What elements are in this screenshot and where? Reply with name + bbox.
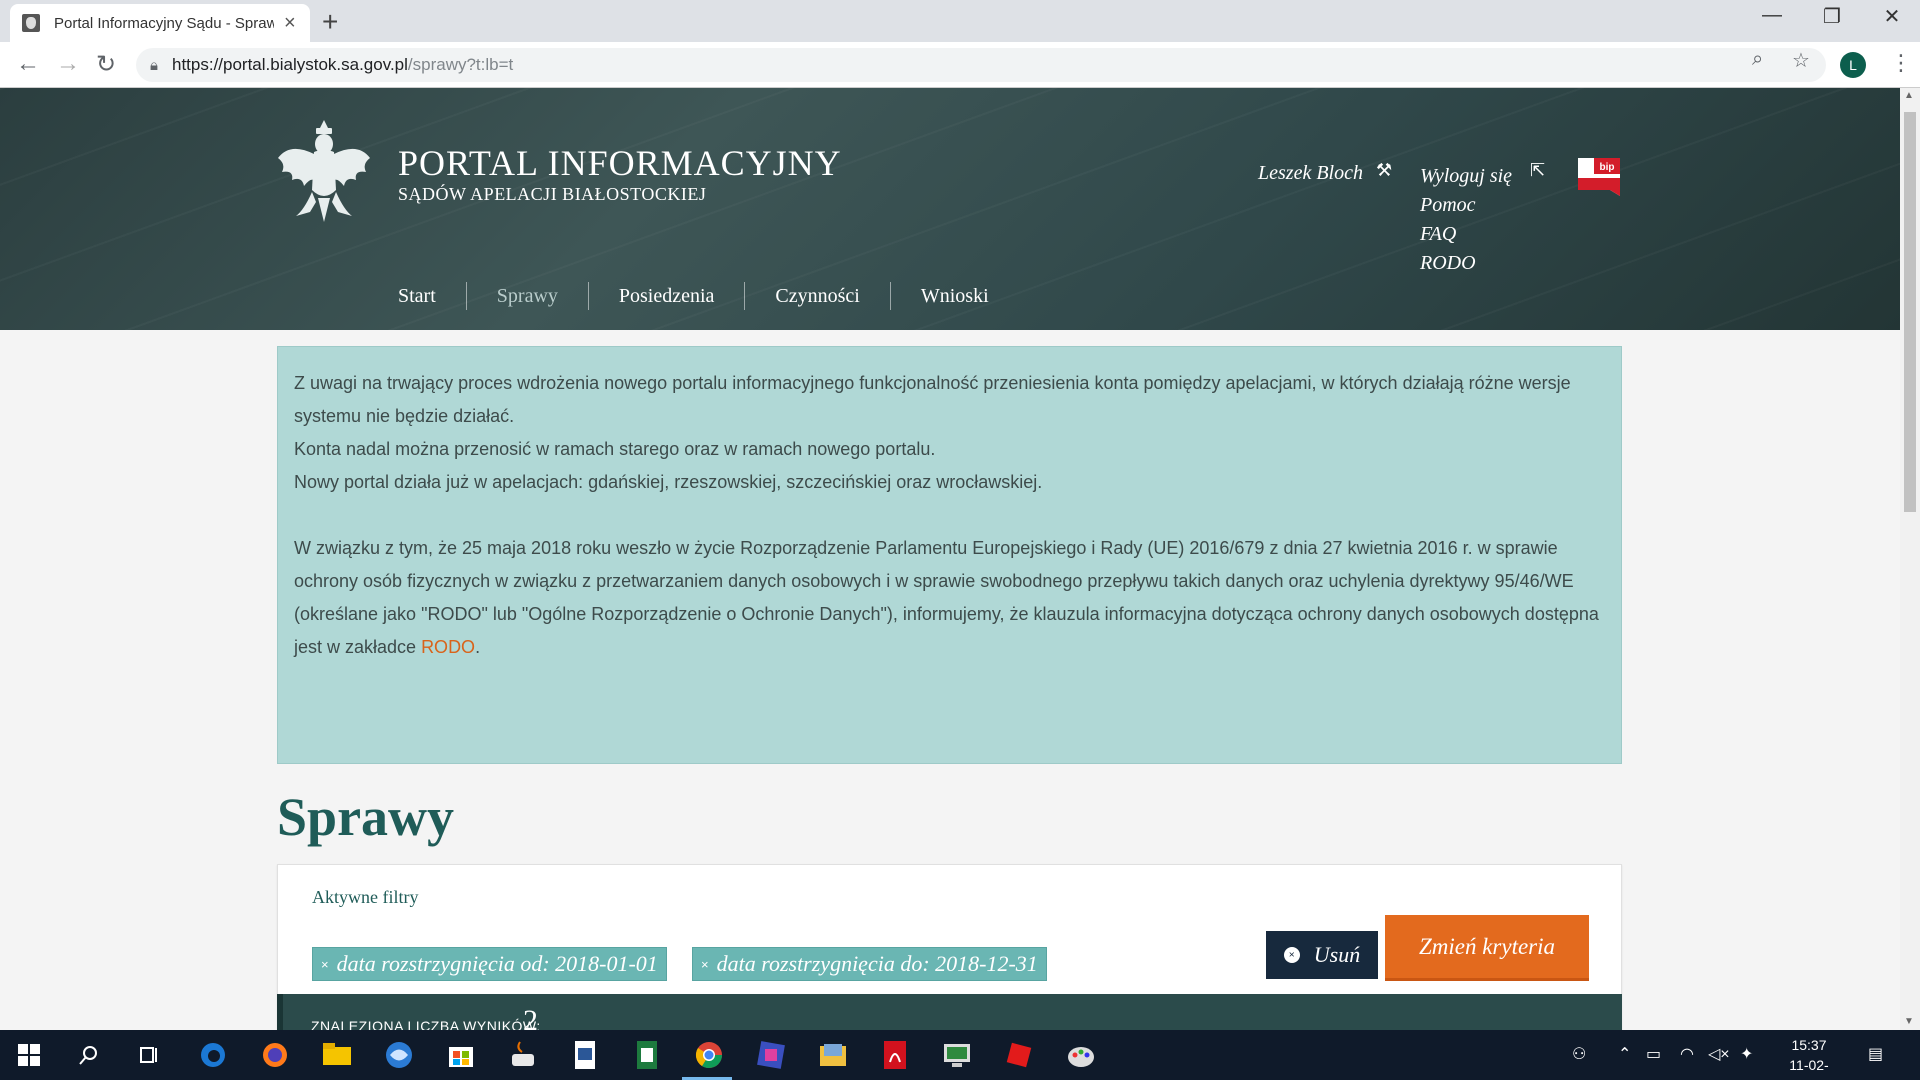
nav-sprawy[interactable]: Sprawy: [467, 282, 589, 310]
notifications-icon[interactable]: ▤: [1868, 1044, 1883, 1064]
logout-external-icon[interactable]: ⇱: [1530, 160, 1545, 181]
paint-app-icon[interactable]: [1064, 1038, 1098, 1072]
tab-close-icon[interactable]: ×: [284, 12, 296, 35]
bookmark-star-icon[interactable]: ☆: [1792, 48, 1810, 73]
notice-paragraph-2: Konta nadal można przenosić w ramach sta…: [294, 439, 936, 459]
browser-tab[interactable]: Portal Informacyjny Sądu - Sprawy ×: [10, 4, 310, 42]
zoom-icon[interactable]: ⌕: [1752, 48, 1763, 71]
app-globe-icon[interactable]: [382, 1038, 416, 1072]
bip-label: bip: [1600, 162, 1615, 173]
info-notice: Z uwagi na trwający proces wdrożenia now…: [277, 346, 1622, 764]
remove-filter-icon[interactable]: ×: [701, 957, 709, 972]
spreadsheet-icon[interactable]: [630, 1038, 664, 1072]
store-icon[interactable]: [444, 1038, 478, 1072]
court-eagle-favicon-icon: [22, 14, 40, 32]
reload-icon[interactable]: ↻: [96, 50, 116, 79]
windows-taskbar: ⚇ ⌃ ▭ ◠ ◁× ✦ 15:37 11-02-2019 ▤: [0, 1030, 1920, 1080]
battery-icon[interactable]: ▭: [1646, 1044, 1661, 1064]
results-bar: ZNALEZIONA LICZBA WYNIKÓW: 2: [277, 994, 1622, 1030]
url-path: /sprawy?t:lb=t: [407, 55, 514, 74]
people-icon[interactable]: ⚇: [1572, 1044, 1586, 1064]
filter-chip-date-from[interactable]: × data rozstrzygnięcia od: 2018-01-01: [312, 947, 667, 981]
address-bar[interactable]: 🔒︎ https://portal.bialystok.sa.gov.pl/sp…: [136, 48, 1826, 82]
dropbox-icon[interactable]: ✦: [1740, 1044, 1753, 1064]
browser-toolbar: ← → ↻ 🔒︎ https://portal.bialystok.sa.gov…: [0, 42, 1920, 88]
page-viewport: PORTAL INFORMACYJNY SĄDÓW APELACJI BIAŁO…: [0, 88, 1900, 1030]
firefox-icon[interactable]: [258, 1038, 292, 1072]
nav-wnioski[interactable]: Wnioski: [891, 282, 1019, 310]
results-count-label: ZNALEZIONA LICZBA WYNIKÓW:: [311, 1018, 541, 1030]
volume-muted-icon[interactable]: ◁×: [1708, 1044, 1730, 1064]
faq-link[interactable]: FAQ: [1420, 220, 1512, 249]
red-app-icon[interactable]: [1002, 1038, 1036, 1072]
nav-czynnosci[interactable]: Czynności: [745, 282, 891, 310]
active-filters-label: Aktywne filtry: [312, 887, 419, 907]
main-nav: Start Sprawy Posiedzenia Czynności Wnios…: [398, 282, 1019, 310]
network-app-icon[interactable]: [754, 1038, 788, 1072]
windows-start-icon[interactable]: [12, 1038, 46, 1072]
search-icon[interactable]: [72, 1038, 106, 1072]
tray-chevron-up-icon[interactable]: ⌃: [1618, 1044, 1631, 1064]
remove-filters-label: Usuń: [1313, 942, 1361, 967]
system-clock[interactable]: 15:37 11-02-2019: [1774, 1035, 1844, 1080]
logout-link[interactable]: Wyloguj się: [1420, 162, 1512, 191]
new-tab-icon[interactable]: +: [322, 6, 338, 38]
change-criteria-button[interactable]: Zmień kryteria: [1385, 915, 1589, 981]
profile-avatar[interactable]: L: [1840, 52, 1866, 78]
rodo-header-link[interactable]: RODO: [1420, 249, 1512, 278]
back-icon[interactable]: ←: [16, 50, 40, 78]
help-link[interactable]: Pomoc: [1420, 191, 1512, 220]
remove-filter-icon[interactable]: ×: [321, 957, 329, 972]
scrollbar-thumb[interactable]: [1904, 112, 1916, 512]
filter-chip-label: data rozstrzygnięcia od: 2018-01-01: [336, 951, 658, 976]
user-links: Wyloguj się Pomoc FAQ RODO: [1420, 162, 1512, 278]
user-name-link[interactable]: Leszek Bloch: [1258, 162, 1363, 185]
clock-time: 15:37: [1791, 1037, 1827, 1053]
lock-icon[interactable]: 🔒︎: [150, 57, 158, 74]
wifi-icon[interactable]: ◠: [1680, 1044, 1694, 1064]
tab-title: Portal Informacyjny Sądu - Sprawy: [54, 14, 274, 32]
polish-eagle-emblem-icon[interactable]: [276, 118, 372, 224]
notice-paragraph-1: Z uwagi na trwający proces wdrożenia now…: [294, 373, 1571, 426]
notice-end: .: [475, 637, 481, 657]
portal-subtitle: SĄDÓW APELACJI BIAŁOSTOCKIEJ: [398, 184, 707, 204]
scroll-down-arrow-icon[interactable]: ▼: [1904, 1016, 1914, 1027]
site-header: PORTAL INFORMACYJNY SĄDÓW APELACJI BIAŁO…: [0, 88, 1900, 330]
nav-start[interactable]: Start: [398, 282, 467, 310]
notice-rodo-text: W związku z tym, że 25 maja 2018 roku we…: [294, 538, 1599, 657]
hammer-settings-icon[interactable]: ⚒: [1376, 160, 1392, 181]
rodo-link[interactable]: RODO: [421, 637, 475, 657]
filter-chip-date-to[interactable]: × data rozstrzygnięcia do: 2018-12-31: [692, 947, 1047, 981]
java-icon[interactable]: [506, 1038, 540, 1072]
restore-icon[interactable]: ❐: [1802, 4, 1862, 29]
results-count: 2: [523, 1004, 538, 1030]
forward-icon[interactable]: →: [56, 50, 80, 78]
portal-title[interactable]: PORTAL INFORMACYJNY: [398, 142, 842, 184]
document-app-icon[interactable]: [568, 1038, 602, 1072]
clock-date: 11-02-2019: [1789, 1057, 1829, 1080]
file-explorer-icon[interactable]: [320, 1038, 354, 1072]
clear-circle-icon: ×: [1283, 947, 1300, 963]
menu-kebab-icon[interactable]: ⋮: [1890, 50, 1912, 76]
scroll-up-arrow-icon[interactable]: ▲: [1904, 90, 1914, 101]
close-window-icon[interactable]: ✕: [1862, 4, 1920, 29]
filter-chip-label: data rozstrzygnięcia do: 2018-12-31: [716, 951, 1038, 976]
minimize-icon[interactable]: —: [1742, 4, 1802, 27]
edge-icon[interactable]: [196, 1038, 230, 1072]
nav-posiedzenia[interactable]: Posiedzenia: [589, 282, 746, 310]
page-title: Sprawy: [277, 787, 455, 847]
remote-desktop-icon[interactable]: [940, 1038, 974, 1072]
mail-app-icon[interactable]: [816, 1038, 850, 1072]
browser-tab-bar: Portal Informacyjny Sądu - Sprawy × + — …: [0, 0, 1920, 42]
vertical-scrollbar[interactable]: ▲ ▼: [1900, 88, 1920, 1030]
bip-logo[interactable]: bip: [1576, 156, 1622, 202]
url-host: https://portal.bialystok.sa.gov.pl: [171, 55, 408, 74]
remove-filters-button[interactable]: × Usuń: [1266, 931, 1378, 979]
task-view-icon[interactable]: [132, 1038, 166, 1072]
notice-paragraph-4: W związku z tym, że 25 maja 2018 roku we…: [294, 532, 1605, 664]
pdf-reader-icon[interactable]: [878, 1038, 912, 1072]
notice-paragraph-3: Nowy portal działa już w apelacjach: gda…: [294, 472, 1043, 492]
chrome-icon[interactable]: [692, 1038, 726, 1072]
